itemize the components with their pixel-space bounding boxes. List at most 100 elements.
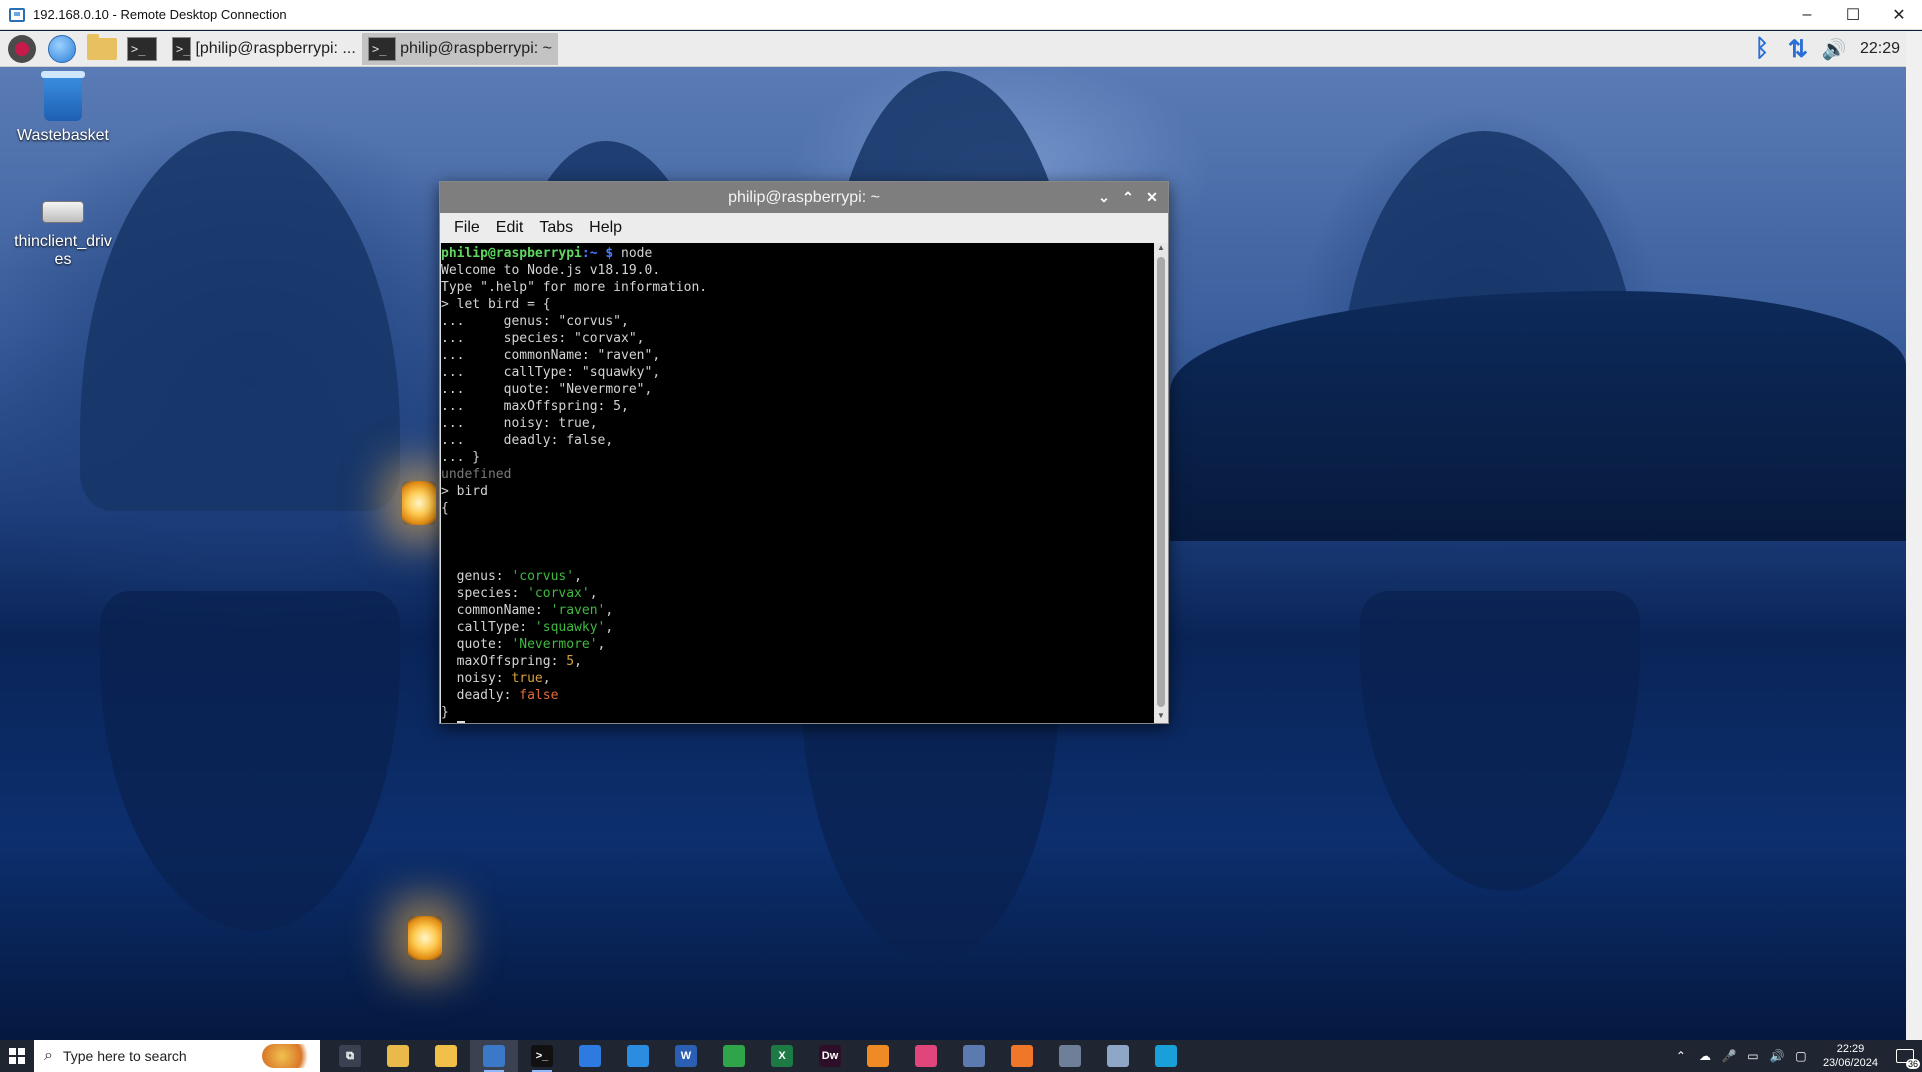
snipping-taskbar-button[interactable]	[710, 1040, 758, 1072]
snipping-icon	[723, 1045, 745, 1067]
scroll-up-icon[interactable]: ▲	[1154, 243, 1168, 255]
notepad-icon	[963, 1045, 985, 1067]
object-property-line: deadly: false	[441, 687, 1155, 704]
minimize-icon[interactable]: ⌄	[1092, 189, 1116, 206]
notification-center-button[interactable]: 36	[1888, 1040, 1922, 1072]
desktop-icon-wastebasket[interactable]: Wastebasket	[3, 71, 123, 145]
prompt-user: philip@raspberrypi	[441, 246, 582, 261]
scroll-down-icon[interactable]: ▼	[1154, 711, 1168, 723]
menu-help[interactable]: Help	[581, 219, 630, 237]
comma: ,	[574, 569, 582, 584]
browser-launcher[interactable]	[44, 33, 80, 65]
slack-taskbar-button[interactable]	[902, 1040, 950, 1072]
terminal-output[interactable]: philip@raspberrypi:~ $ node Welcome to N…	[441, 243, 1155, 723]
start-button[interactable]	[0, 1040, 34, 1072]
firefox-taskbar-button[interactable]	[566, 1040, 614, 1072]
terminal-line: ... quote: "Nevermore",	[441, 382, 653, 397]
desktop-icon-thinclient-drives[interactable]: thinclient_drives	[3, 181, 123, 269]
property-key: commonName:	[441, 603, 551, 618]
folder-taskbar-button[interactable]	[422, 1040, 470, 1072]
search-highlight-icon	[262, 1044, 312, 1068]
wallpaper-reflection	[100, 591, 400, 931]
terminal-icon: >_	[531, 1045, 553, 1067]
menu-file[interactable]: File	[446, 219, 488, 237]
slack-icon	[915, 1045, 937, 1067]
terminal-taskbar-button[interactable]: >_	[518, 1040, 566, 1072]
property-key: quote:	[441, 637, 512, 652]
network-icon[interactable]: ⇅	[1780, 31, 1816, 67]
taskbar-clock[interactable]: 22:29 23/06/2024	[1823, 1042, 1878, 1070]
volume-icon[interactable]: 🔊	[1765, 1049, 1789, 1063]
folder-icon	[435, 1045, 457, 1067]
window-title: 192.168.0.10 - Remote Desktop Connection	[33, 7, 287, 22]
onedrive-icon[interactable]: ☁	[1693, 1049, 1717, 1063]
object-property-line: callType: 'squawky',	[441, 619, 1155, 636]
maximize-icon[interactable]: ⌃	[1116, 189, 1140, 206]
pi-panel: >_ >_ [philip@raspberrypi: ... >_ philip…	[0, 31, 1906, 67]
scrollbar-thumb[interactable]	[1157, 257, 1165, 707]
file-explorer-taskbar-button[interactable]	[374, 1040, 422, 1072]
terminal-line: > let bird = {	[441, 297, 551, 312]
volume-icon[interactable]: 🔊	[1816, 31, 1852, 67]
object-property-line: quote: 'Nevermore',	[441, 636, 1155, 653]
terminal-line: Welcome to Node.js v18.19.0.	[441, 263, 661, 278]
menu-tabs[interactable]: Tabs	[531, 219, 581, 237]
wallpaper-lantern	[402, 481, 436, 525]
property-value: 5	[566, 654, 575, 669]
display-icon[interactable]: ▢	[1789, 1049, 1813, 1063]
app-orange-taskbar-button[interactable]	[854, 1040, 902, 1072]
prompt-path: :~	[581, 246, 598, 261]
pi-task-terminal-2[interactable]: >_ philip@raspberrypi: ~	[362, 32, 558, 65]
network-app-taskbar-button[interactable]	[1046, 1040, 1094, 1072]
terminal-scrollbar[interactable]: ▲ ▼	[1154, 243, 1168, 723]
desktop-icon-label: Wastebasket	[17, 127, 109, 144]
minimize-button[interactable]: –	[1784, 0, 1830, 30]
excel-icon: X	[771, 1045, 793, 1067]
comma: ,	[542, 671, 551, 686]
bluetooth-icon[interactable]: ᛒ	[1744, 31, 1780, 67]
drive-icon	[42, 201, 84, 223]
notepad-taskbar-button[interactable]	[950, 1040, 998, 1072]
taskbar-search-box[interactable]: ⌕ Type here to search	[34, 1040, 320, 1072]
comma: ,	[589, 586, 598, 601]
pi-menu-button[interactable]	[4, 33, 40, 65]
wallpaper-treeline	[1170, 291, 1906, 541]
close-icon[interactable]: ✕	[1140, 189, 1164, 206]
object-property-line: genus: 'corvus',	[441, 568, 1155, 585]
maximize-button[interactable]: ☐	[1830, 0, 1876, 30]
property-key: deadly:	[441, 688, 520, 703]
task-view-icon: ⧉	[339, 1045, 361, 1067]
microphone-icon[interactable]: 🎤	[1717, 1049, 1741, 1063]
terminal-window: philip@raspberrypi: ~ ⌄ ⌃ ✕ File Edit Ta…	[439, 181, 1169, 724]
terminal-line: ... }	[441, 450, 481, 465]
close-button[interactable]: ✕	[1876, 0, 1922, 30]
menu-edit[interactable]: Edit	[488, 219, 532, 237]
terminal-prompt-line: philip@raspberrypi:~ $ node	[441, 245, 1155, 262]
terminal-titlebar[interactable]: philip@raspberrypi: ~ ⌄ ⌃ ✕	[440, 182, 1168, 213]
vscode-taskbar-button[interactable]	[614, 1040, 662, 1072]
property-value: 'raven'	[550, 603, 606, 618]
network-icon[interactable]: ▭	[1741, 1049, 1765, 1063]
dreamweaver-taskbar-button[interactable]: Dw	[806, 1040, 854, 1072]
edge-taskbar-button[interactable]	[1142, 1040, 1190, 1072]
vscode-icon	[627, 1045, 649, 1067]
windows-taskbar: ⌕ Type here to search ⧉ >_ W X Dw ⌃ ☁ 🎤 ▭ 🔊 …	[0, 1040, 1922, 1072]
postman-taskbar-button[interactable]	[998, 1040, 1046, 1072]
remote-desktop-taskbar-button[interactable]	[470, 1040, 518, 1072]
remote-desktop-area: >_ >_ [philip@raspberrypi: ... >_ philip…	[0, 31, 1906, 1040]
show-hidden-icons[interactable]: ⌃	[1669, 1049, 1693, 1063]
word-taskbar-button[interactable]: W	[662, 1040, 710, 1072]
task-view-taskbar-button[interactable]: ⧉	[326, 1040, 374, 1072]
terminal-launcher[interactable]: >_	[124, 33, 160, 65]
terminal-line: ... genus: "corvus",	[441, 314, 629, 329]
paint-taskbar-button[interactable]	[1094, 1040, 1142, 1072]
terminal-line: Type ".help" for more information.	[441, 280, 708, 295]
pi-clock[interactable]: 22:29	[1860, 40, 1900, 58]
file-manager-launcher[interactable]	[84, 33, 120, 65]
app-orange-icon	[867, 1045, 889, 1067]
excel-taskbar-button[interactable]: X	[758, 1040, 806, 1072]
pi-task-terminal-1[interactable]: >_ [philip@raspberrypi: ...	[166, 33, 356, 65]
final-prompt: >	[441, 722, 457, 723]
